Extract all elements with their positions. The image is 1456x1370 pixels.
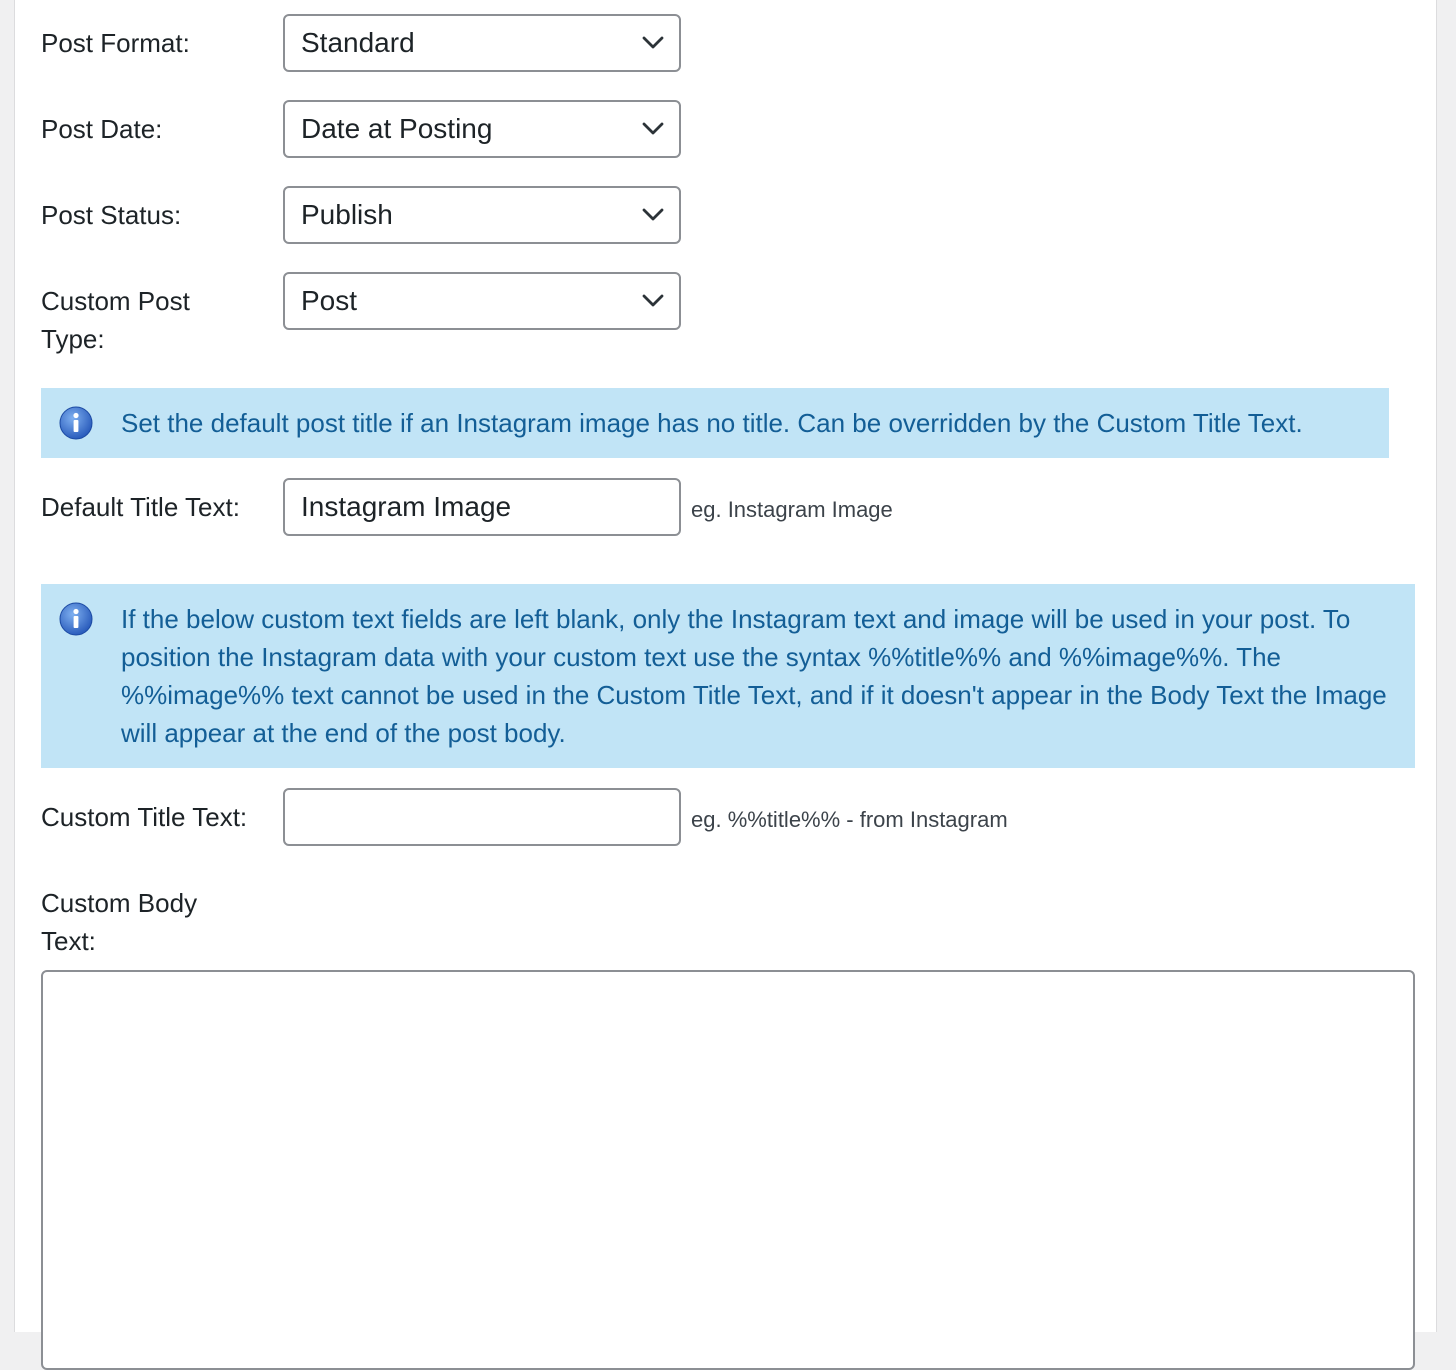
- info-icon: [59, 602, 93, 636]
- custom-post-type-label: Custom Post Type:: [41, 282, 241, 358]
- post-format-label: Post Format:: [41, 28, 190, 58]
- custom-body-label-line1: Custom Body: [41, 888, 198, 918]
- post-date-select[interactable]: Date at Posting: [283, 100, 681, 158]
- custom-title-row: Custom Title Text:: [41, 798, 283, 836]
- custom-body-row: Custom Body Text:: [41, 884, 241, 960]
- post-status-value: Publish: [301, 199, 393, 230]
- default-title-row: Default Title Text:: [41, 488, 283, 526]
- post-date-label: Post Date:: [41, 114, 163, 144]
- custom-title-label: Custom Title Text:: [41, 802, 248, 832]
- info-icon: [59, 406, 93, 440]
- custom-post-type-value: Post: [301, 285, 358, 316]
- settings-panel: Post Format: Standard Post Date: Date at…: [14, 0, 1437, 1370]
- default-title-hint: eg. Instagram Image: [691, 497, 893, 522]
- custom-text-notice: If the below custom text fields are left…: [41, 584, 1415, 768]
- post-status-select[interactable]: Publish: [283, 186, 681, 244]
- custom-body-textarea[interactable]: [41, 970, 1415, 1370]
- default-title-notice: Set the default post title if an Instagr…: [41, 388, 1389, 458]
- custom-body-label-line2: Text:: [41, 926, 96, 956]
- default-title-notice-text: Set the default post title if an Instagr…: [121, 408, 1303, 438]
- custom-title-hint: eg. %%title%% - from Instagram: [691, 807, 1008, 832]
- post-format-value: Standard: [301, 27, 415, 58]
- custom-text-notice-text: If the below custom text fields are left…: [121, 604, 1387, 748]
- custom-post-type-label-line1: Custom Post: [41, 286, 190, 316]
- custom-body-label: Custom Body Text:: [41, 884, 241, 960]
- post-date-value: Date at Posting: [301, 113, 493, 144]
- custom-post-type-label-line2: Type:: [41, 324, 105, 354]
- default-title-label: Default Title Text:: [41, 492, 240, 522]
- chevron-down-icon: [642, 36, 664, 49]
- chevron-down-icon: [642, 294, 664, 307]
- chevron-down-icon: [642, 208, 664, 221]
- custom-title-input[interactable]: [283, 788, 681, 846]
- post-format-row: Post Format:: [41, 24, 283, 62]
- default-title-input[interactable]: [283, 478, 681, 536]
- post-status-label: Post Status:: [41, 200, 182, 230]
- post-format-select[interactable]: Standard: [283, 14, 681, 72]
- post-date-row: Post Date:: [41, 110, 283, 148]
- custom-post-type-select[interactable]: Post: [283, 272, 681, 330]
- custom-post-type-row: Custom Post Type:: [41, 282, 241, 358]
- chevron-down-icon: [642, 122, 664, 135]
- post-status-row: Post Status:: [41, 196, 283, 234]
